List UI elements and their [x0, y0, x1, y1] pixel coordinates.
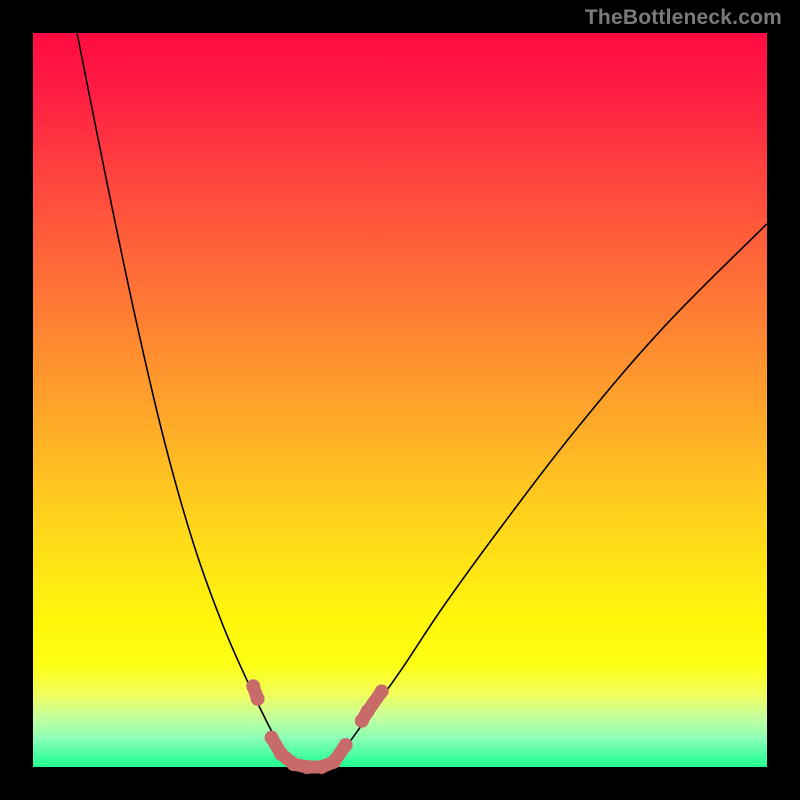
curve-layer — [77, 33, 767, 767]
marker-dot — [287, 757, 301, 771]
chart-frame: TheBottleneck.com — [0, 0, 800, 800]
marker-dot — [300, 760, 314, 774]
marker-dot — [265, 731, 279, 745]
curve-left-curve — [77, 33, 295, 767]
marker-dot — [251, 692, 265, 706]
marker-dot — [274, 747, 288, 761]
marker-dot — [314, 760, 328, 774]
marker-dot — [327, 755, 341, 769]
curve-right-curve — [332, 224, 767, 767]
marker-dot — [246, 679, 260, 693]
plot-area — [33, 33, 767, 767]
chart-svg — [33, 33, 767, 767]
marker-dot — [375, 684, 389, 698]
marker-dot — [361, 704, 375, 718]
marker-dot — [339, 738, 353, 752]
marker-layer — [246, 679, 388, 774]
attribution-text: TheBottleneck.com — [585, 6, 782, 30]
